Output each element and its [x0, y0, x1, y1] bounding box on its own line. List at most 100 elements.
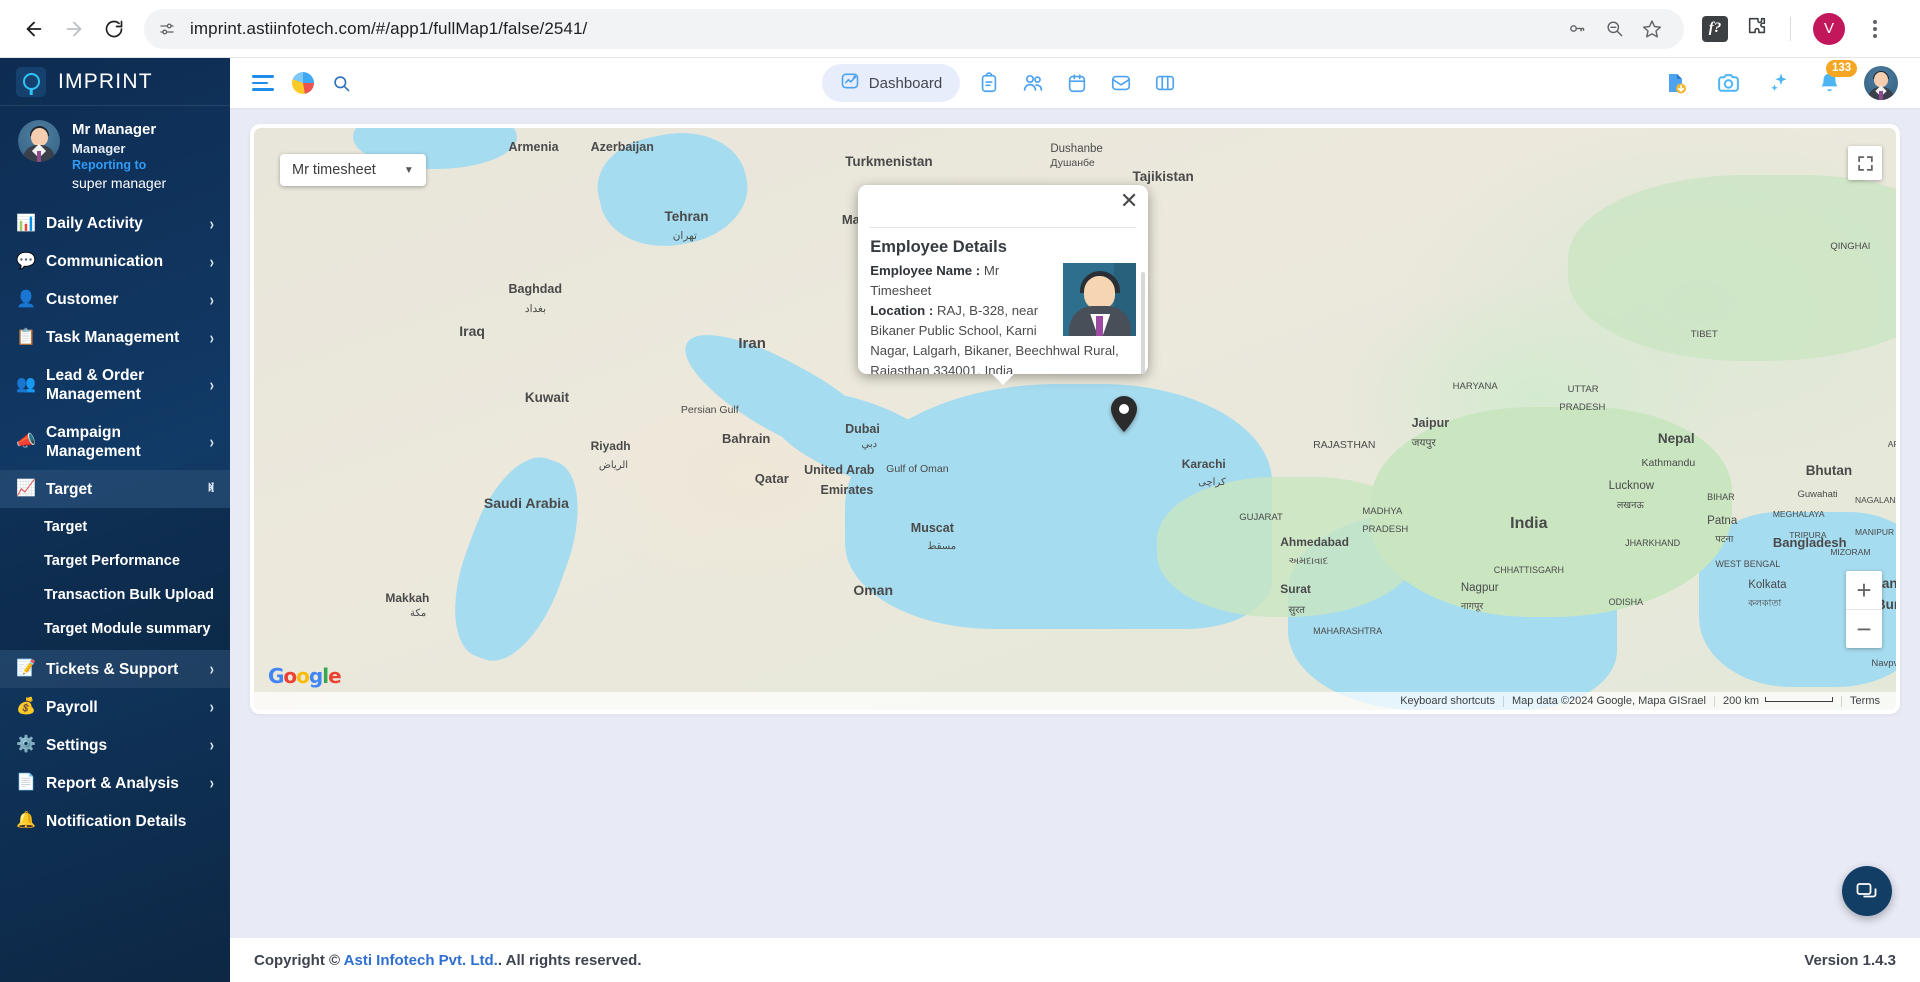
- nav-id-card-icon[interactable]: [1150, 68, 1180, 98]
- chevron-right-icon: ›: [209, 658, 214, 679]
- camera-icon[interactable]: [1713, 68, 1743, 98]
- map-scale-label: 200 km: [1722, 694, 1760, 707]
- close-icon[interactable]: ✕: [1120, 191, 1138, 213]
- sidebar-item-daily-activity[interactable]: 📊 Daily Activity ›: [0, 205, 230, 243]
- popup-body: Employee Details Employee Name : Mr Time…: [858, 228, 1148, 375]
- map-label: HARYANA: [1452, 381, 1498, 393]
- app-topbar: Dashboard 133: [230, 58, 1920, 108]
- company-link[interactable]: Asti Infotech Pvt. Ltd.: [344, 952, 498, 969]
- payroll-icon: 💰: [16, 698, 36, 716]
- imprint-logo-icon: [16, 66, 46, 97]
- zoom-out-button[interactable]: −: [1846, 610, 1882, 648]
- avatar: [18, 120, 60, 162]
- chevron-down-icon: ▼: [403, 164, 414, 176]
- bell-icon: 🔔: [16, 812, 36, 830]
- sidebar-subitem-transaction-bulk-upload[interactable]: Transaction Bulk Upload: [0, 578, 230, 612]
- sidebar-item-label: Payroll: [46, 698, 98, 716]
- pie-chart-icon[interactable]: [292, 72, 314, 94]
- map-label: ARUNACHAL: [1887, 439, 1896, 450]
- zoom-in-button[interactable]: +: [1846, 571, 1882, 609]
- nav-clipboard-icon[interactable]: [974, 68, 1004, 98]
- copyright-text: Copyright © Asti Infotech Pvt. Ltd.. All…: [254, 952, 642, 969]
- tab-dashboard[interactable]: Dashboard: [821, 64, 961, 102]
- sparkle-icon[interactable]: [1765, 68, 1795, 98]
- map-scale: 200 km: [1713, 694, 1841, 707]
- map-label: Iraq: [459, 322, 485, 339]
- map-label: Kuwait: [524, 389, 570, 405]
- water-body: [434, 443, 599, 674]
- copyright-suffix: . All rights reserved.: [497, 951, 642, 969]
- brand-header: IMPRINT: [0, 58, 230, 106]
- keyboard-shortcuts-link[interactable]: Keyboard shortcuts: [1392, 695, 1503, 707]
- search-icon[interactable]: [332, 74, 351, 93]
- browser-forward-button[interactable]: [54, 9, 94, 49]
- nav-people-icon[interactable]: [1018, 68, 1048, 98]
- profile-name: Mr Manager: [72, 121, 157, 138]
- user-avatar[interactable]: [1864, 66, 1898, 100]
- sidebar-item-customer[interactable]: 👤 Customer ›: [0, 281, 230, 319]
- sidebar-item-communication[interactable]: 💬 Communication ›: [0, 243, 230, 281]
- sidebar-item-tickets-support[interactable]: 📝 Tickets & Support ›: [0, 650, 230, 689]
- map-label: RAJASTHAN: [1313, 439, 1376, 452]
- communication-icon: 💬: [16, 252, 36, 270]
- sidebar-item-settings[interactable]: ⚙️ Settings ›: [0, 726, 230, 764]
- url-text: imprint.astiinfotech.com/#/app1/fullMap1…: [190, 18, 588, 38]
- sidebar-item-payroll[interactable]: 💰 Payroll ›: [0, 688, 230, 726]
- fullscreen-button[interactable]: [1848, 146, 1882, 180]
- map-label: Bhutan: [1805, 462, 1853, 478]
- sidebar-item-label: Notification Details: [46, 812, 187, 830]
- sidebar-item-target[interactable]: 📈 Target ⱝ: [0, 470, 230, 509]
- chevron-down-icon: ⱝ: [208, 478, 214, 499]
- sidebar-item-label: Task Management: [46, 329, 180, 347]
- water-body: [588, 128, 757, 259]
- chat-bubble-icon[interactable]: [1842, 866, 1892, 916]
- key-icon[interactable]: [1568, 19, 1587, 38]
- chevron-right-icon: ›: [209, 250, 214, 272]
- notifications-button[interactable]: 133: [1817, 59, 1858, 96]
- chrome-menu-button[interactable]: [1863, 19, 1887, 38]
- chevron-right-icon: ›: [209, 772, 214, 793]
- sidebar-item-lead-order-management[interactable]: 👥 Lead & Order Management ›: [0, 357, 230, 414]
- file-download-icon[interactable]: [1661, 68, 1691, 98]
- sidebar-item-notification-details[interactable]: 🔔 Notification Details: [0, 802, 230, 840]
- detail-label: Employee Name :: [870, 263, 981, 279]
- nav-calendar-icon[interactable]: [1062, 68, 1092, 98]
- timesheet-select[interactable]: Mr timesheet ▼: [280, 154, 426, 186]
- map-attribution-bar: Keyboard shortcuts Map data ©2024 Google…: [254, 692, 1896, 710]
- chevron-right-icon: ›: [209, 374, 214, 395]
- browser-reload-button[interactable]: [94, 9, 134, 49]
- dashboard-icon: [840, 71, 860, 95]
- sidebar-subitem-target-module-summary[interactable]: Target Module summary: [0, 612, 230, 646]
- sidebar-item-report-analysis[interactable]: 📄 Report & Analysis ›: [0, 764, 230, 802]
- terms-link[interactable]: Terms: [1841, 695, 1888, 707]
- sidebar-item-task-management[interactable]: 📋 Task Management ›: [0, 319, 230, 357]
- function-extension-icon[interactable]: f?: [1702, 15, 1728, 42]
- map-pin-icon[interactable]: [1111, 395, 1138, 432]
- tickets-support-icon: 📝: [16, 660, 36, 678]
- nav-inbox-icon[interactable]: [1106, 68, 1136, 98]
- extensions-puzzle-icon[interactable]: [1746, 15, 1768, 42]
- topbar-right-actions: 133: [1651, 59, 1898, 100]
- map-zoom-controls: + −: [1846, 571, 1882, 648]
- chevron-right-icon: ›: [209, 430, 214, 452]
- zoom-out-icon[interactable]: [1605, 19, 1624, 38]
- chevron-right-icon: ›: [209, 288, 214, 310]
- site-settings-icon[interactable]: [158, 20, 184, 38]
- google-map[interactable]: Armenia Azerbaijan Turkmenistan Dushanbe Душ…: [254, 128, 1896, 710]
- sidebar-subitem-target[interactable]: Target: [0, 510, 230, 544]
- employee-details-popup: ✕ Employee Details Employee Name : Mr Ti…: [858, 185, 1149, 386]
- bookmark-star-icon[interactable]: [1642, 19, 1662, 39]
- chevron-right-icon: ›: [209, 212, 214, 234]
- browser-back-button[interactable]: [14, 9, 54, 49]
- address-bar[interactable]: imprint.astiinfotech.com/#/app1/fullMap1…: [144, 8, 1684, 49]
- popup-scrollbar[interactable]: [1141, 272, 1146, 375]
- sidebar-item-label: Customer: [46, 291, 119, 309]
- sidebar-profile[interactable]: Mr Manager Manager Reporting to super ma…: [0, 106, 230, 205]
- sidebar-subitem-target-performance[interactable]: Target Performance: [0, 544, 230, 578]
- hamburger-menu-icon[interactable]: [252, 75, 274, 91]
- map-label: الرياض: [598, 459, 629, 471]
- employee-photo: [1063, 263, 1137, 337]
- sidebar-item-campaign-management[interactable]: 📣 Campaign Management ›: [0, 414, 230, 471]
- content-area: Armenia Azerbaijan Turkmenistan Dushanbe Душ…: [230, 108, 1920, 938]
- chrome-profile-avatar[interactable]: V: [1813, 12, 1845, 45]
